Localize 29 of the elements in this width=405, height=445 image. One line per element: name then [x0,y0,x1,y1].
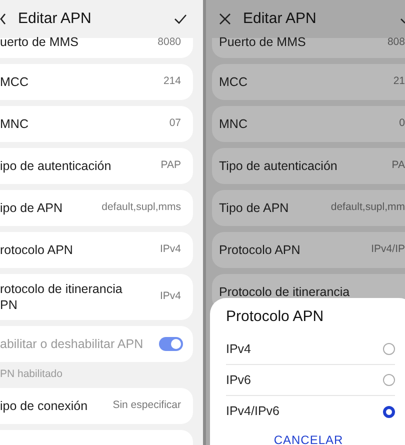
setting-row[interactable]: rotocolo de itinerancia PN IPv4 [0,274,193,320]
setting-row[interactable]: MNC 0 [212,106,405,142]
setting-row[interactable]: ipo de autenticación PAP [0,148,193,184]
setting-row[interactable]: MCC 214 [0,64,193,100]
setting-row[interactable]: MCC 21 [212,64,405,100]
setting-row[interactable]: Puerto de MMS 808 [212,38,405,58]
setting-row[interactable]: rotocolo APN IPv4 [0,232,193,268]
screen-title: Editar APN [243,8,318,29]
toggle-switch[interactable] [159,337,183,351]
section-label: PN habilitado [0,367,64,382]
sheet-title: Protocolo APN [226,306,325,327]
radio-option[interactable]: IPv4 [226,334,395,365]
setting-row[interactable]: ipo de conexión Sin especificar [0,388,193,424]
setting-row[interactable]: Tipo de APN default,supl,mm [212,190,405,226]
cancel-button[interactable]: CANCELAR [274,431,344,445]
setting-row[interactable]: uerto de MMS 8080 [0,38,193,58]
close-icon[interactable] [219,13,231,25]
screen-title: Editar APN [18,8,92,29]
back-icon[interactable] [0,13,6,25]
setting-row[interactable]: ipo de APN default,supl,mms [0,190,193,226]
radio-option[interactable]: IPv6 [226,365,395,396]
toggle-row: abilitar o deshabilitar APN [0,326,193,362]
setting-row[interactable]: MNC 07 [0,106,193,142]
radio-button[interactable] [383,406,395,418]
radio-option[interactable]: IPv4/IPv6 [226,396,395,427]
radio-button[interactable] [383,343,395,355]
setting-row[interactable]: Protocolo APN IPv4/IP [212,232,405,268]
setting-row[interactable]: Tipo de autenticación PA [212,148,405,184]
radio-button[interactable] [383,374,395,386]
